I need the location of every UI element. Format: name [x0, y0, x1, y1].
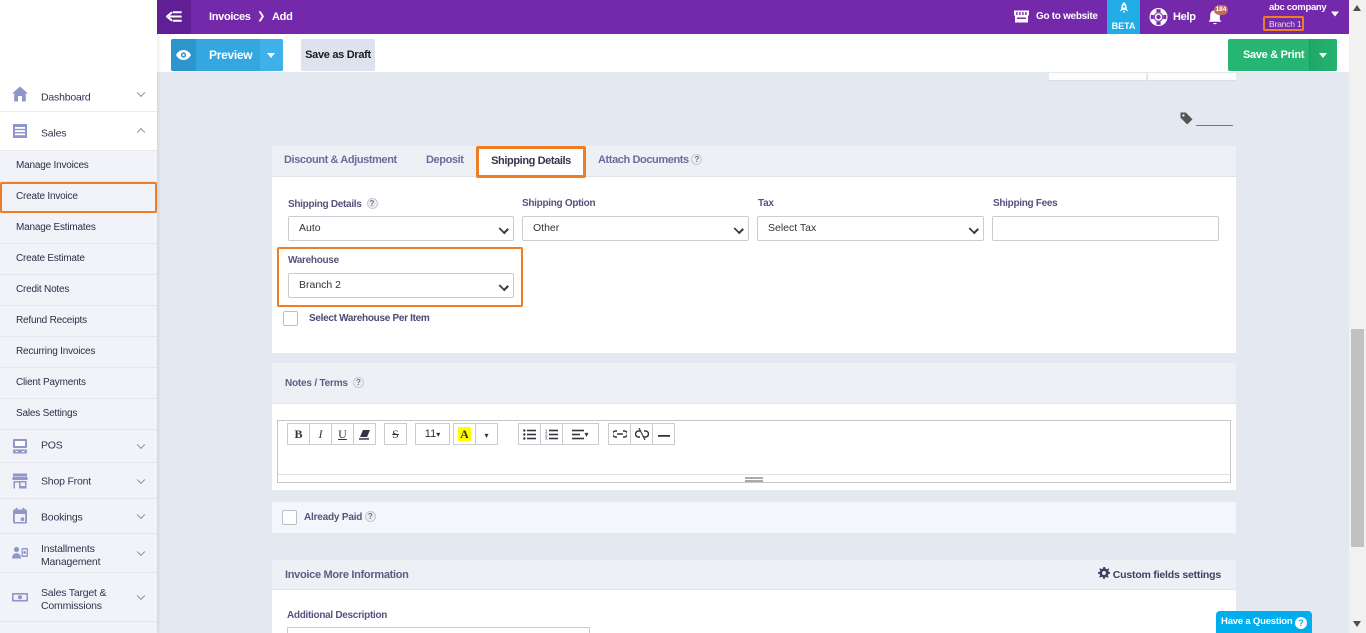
svg-text:3: 3: [545, 436, 548, 440]
